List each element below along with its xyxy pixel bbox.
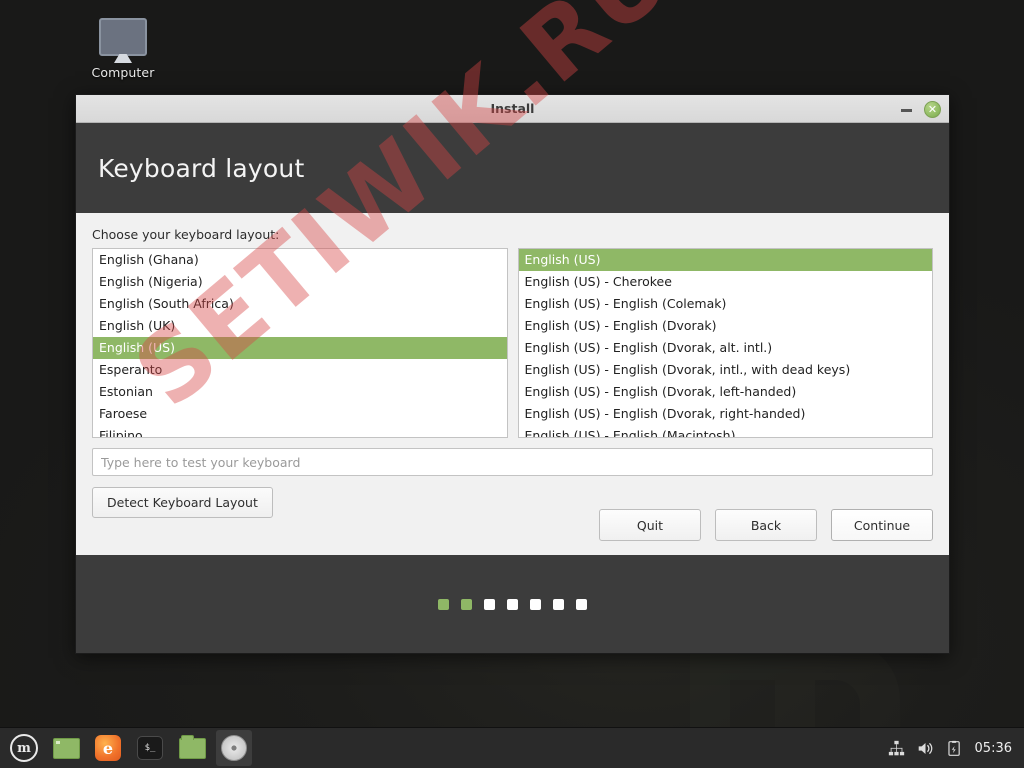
layout-list-item[interactable]: English (South Africa) bbox=[93, 293, 507, 315]
layout-list-item[interactable]: Esperanto bbox=[93, 359, 507, 381]
layout-list-item[interactable]: English (UK) bbox=[93, 315, 507, 337]
detect-keyboard-layout-button[interactable]: Detect Keyboard Layout bbox=[92, 487, 273, 518]
progress-dot bbox=[461, 598, 472, 610]
navigation-buttons: Quit Back Continue bbox=[599, 509, 933, 541]
window-controls: ✕ bbox=[900, 95, 941, 123]
window-title: Install bbox=[490, 101, 535, 116]
taskbar-item-menu[interactable]: m bbox=[6, 730, 42, 766]
window-titlebar[interactable]: Install ✕ bbox=[76, 95, 949, 123]
taskbar-item-files[interactable] bbox=[174, 730, 210, 766]
keyboard-test-input[interactable] bbox=[92, 448, 933, 476]
layout-list-item[interactable]: English (Nigeria) bbox=[93, 271, 507, 293]
layout-list-item[interactable]: English (Ghana) bbox=[93, 249, 507, 271]
installer-window[interactable]: Install ✕ Keyboard layout Choose your ke… bbox=[75, 94, 950, 654]
keyboard-layout-list[interactable]: English (Ghana) English (Nigeria) English … bbox=[92, 248, 508, 438]
variant-list-item[interactable]: English (US) - English (Macintosh) bbox=[519, 425, 933, 437]
quit-button[interactable]: Quit bbox=[599, 509, 701, 541]
window-header-band: Keyboard layout bbox=[76, 123, 949, 213]
progress-dot bbox=[438, 598, 449, 610]
green-window-icon bbox=[52, 737, 80, 759]
desktop[interactable]: Computer Install ✕ Keyboard layout Choos… bbox=[0, 0, 1024, 727]
variant-list-item[interactable]: English (US) - Cherokee bbox=[519, 271, 933, 293]
variant-list-item[interactable]: English (US) - English (Dvorak, alt. int… bbox=[519, 337, 933, 359]
layout-list-item[interactable]: Filipino bbox=[93, 425, 507, 437]
update-manager-icon[interactable] bbox=[946, 740, 963, 757]
variant-list-item[interactable]: English (US) - English (Dvorak) bbox=[519, 315, 933, 337]
terminal-icon: $_ bbox=[137, 736, 163, 760]
keyboard-lists: English (Ghana) English (Nigeria) English … bbox=[92, 248, 933, 438]
continue-button[interactable]: Continue bbox=[831, 509, 933, 541]
progress-dot bbox=[507, 598, 518, 610]
keyboard-variant-list[interactable]: English (US) English (US) - Cherokee Engli… bbox=[517, 248, 933, 438]
variant-list-item[interactable]: English (US) - English (Colemak) bbox=[519, 293, 933, 315]
progress-footer bbox=[76, 555, 949, 653]
variant-list-item[interactable]: English (US) - English (Dvorak, right-ha… bbox=[519, 403, 933, 425]
progress-dot bbox=[553, 598, 564, 610]
layout-list-item[interactable]: Estonian bbox=[93, 381, 507, 403]
variant-list-item[interactable]: English (US) - English (Dvorak, left-han… bbox=[519, 381, 933, 403]
back-button[interactable]: Back bbox=[715, 509, 817, 541]
taskbar[interactable]: m e $_ 05:36 bbox=[0, 727, 1024, 768]
layout-list-item[interactable]: English (US) bbox=[93, 337, 507, 359]
page-title: Keyboard layout bbox=[98, 153, 305, 183]
clock[interactable]: 05:36 bbox=[975, 741, 1012, 756]
taskbar-item-firefox[interactable]: e bbox=[90, 730, 126, 766]
layout-list-item[interactable]: Faroese bbox=[93, 403, 507, 425]
progress-dot bbox=[576, 598, 587, 610]
close-icon[interactable]: ✕ bbox=[924, 100, 941, 118]
folder-icon bbox=[178, 734, 206, 759]
progress-dot bbox=[484, 598, 495, 610]
network-icon[interactable] bbox=[888, 740, 905, 757]
taskbar-item-terminal[interactable]: $_ bbox=[132, 730, 168, 766]
window-content: Choose your keyboard layout: English (Gh… bbox=[76, 213, 949, 555]
variant-list-item[interactable]: English (US) bbox=[518, 249, 932, 271]
volume-icon[interactable] bbox=[917, 740, 934, 757]
firefox-icon: e bbox=[95, 735, 121, 761]
linux-mint-menu-icon: m bbox=[10, 734, 38, 762]
choose-layout-label: Choose your keyboard layout: bbox=[92, 227, 280, 242]
desktop-icon-label: Computer bbox=[91, 65, 155, 80]
taskbar-launchers: m e $_ bbox=[0, 730, 252, 766]
computer-monitor-icon bbox=[99, 18, 147, 56]
system-tray: 05:36 bbox=[888, 740, 1024, 757]
desktop-icon-computer[interactable]: Computer bbox=[84, 18, 162, 80]
variant-list-item[interactable]: English (US) - English (Dvorak, intl., w… bbox=[519, 359, 933, 381]
disc-icon bbox=[221, 735, 247, 761]
taskbar-item-window-list[interactable] bbox=[48, 730, 84, 766]
minimize-icon[interactable] bbox=[900, 102, 914, 116]
taskbar-item-installer[interactable] bbox=[216, 730, 252, 766]
progress-dot bbox=[530, 598, 541, 610]
